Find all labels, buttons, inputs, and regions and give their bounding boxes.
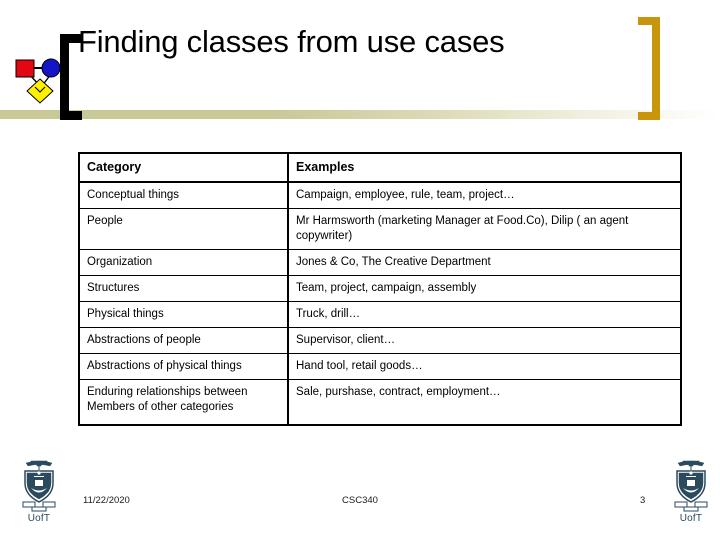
cell-examples: Hand tool, retail goods…	[287, 353, 682, 380]
column-header-category: Category	[78, 152, 289, 183]
table-row: Enduring relationships between Members o…	[78, 379, 682, 426]
right-bracket-decoration	[638, 17, 660, 120]
cell-category: Abstractions of physical things	[78, 353, 289, 380]
cell-category: Enduring relationships between Members o…	[78, 379, 289, 426]
uml-class-diagram-icon	[8, 55, 70, 107]
table-row: Structures Team, project, campaign, assem…	[78, 275, 682, 302]
cell-category: Conceptual things	[78, 181, 289, 209]
uoft-crest-label-right: UofT	[679, 513, 703, 524]
table-row: Abstractions of physical things Hand tool…	[78, 353, 682, 380]
cell-examples: Jones & Co, The Creative Department	[287, 249, 682, 276]
table-row: Conceptual things Campaign, employee, rul…	[78, 181, 682, 209]
table-row: People Mr Harmsworth (marketing Manager a…	[78, 208, 682, 250]
uoft-crest-logo-right: UofT	[666, 458, 716, 524]
uoft-crest-label-left: UofT	[27, 513, 51, 524]
cell-examples: Team, project, campaign, assembly	[287, 275, 682, 302]
cell-category: Structures	[78, 275, 289, 302]
cell-examples: Supervisor, client…	[287, 327, 682, 354]
table-row: Physical things Truck, drill…	[78, 301, 682, 328]
cell-examples: Mr Harmsworth (marketing Manager at Food…	[287, 208, 682, 250]
table-header-row: Category Examples	[78, 152, 682, 183]
cell-examples: Campaign, employee, rule, team, project…	[287, 181, 682, 209]
cell-category: Organization	[78, 249, 289, 276]
cell-category: People	[78, 208, 289, 250]
uoft-crest-logo-left: UofT	[14, 458, 64, 524]
classes-categories-table: Category Examples Conceptual things Campa…	[78, 152, 682, 426]
column-header-examples: Examples	[287, 152, 682, 183]
cell-examples: Sale, purshase, contract, employment…	[287, 379, 682, 426]
cell-category: Abstractions of people	[78, 327, 289, 354]
table-row: Organization Jones & Co, The Creative Dep…	[78, 249, 682, 276]
table-body: Conceptual things Campaign, employee, rul…	[78, 181, 682, 426]
title-underline-band	[0, 110, 720, 119]
footer-course-code: CSC340	[342, 495, 378, 506]
cell-examples: Truck, drill…	[287, 301, 682, 328]
slide-title-text: Finding classes from use cases	[78, 24, 505, 59]
table-row: Abstractions of people Supervisor, client…	[78, 327, 682, 354]
cell-category: Physical things	[78, 301, 289, 328]
page-title: Finding classes from use cases	[78, 22, 578, 62]
footer-slide-number: 3	[640, 495, 646, 506]
